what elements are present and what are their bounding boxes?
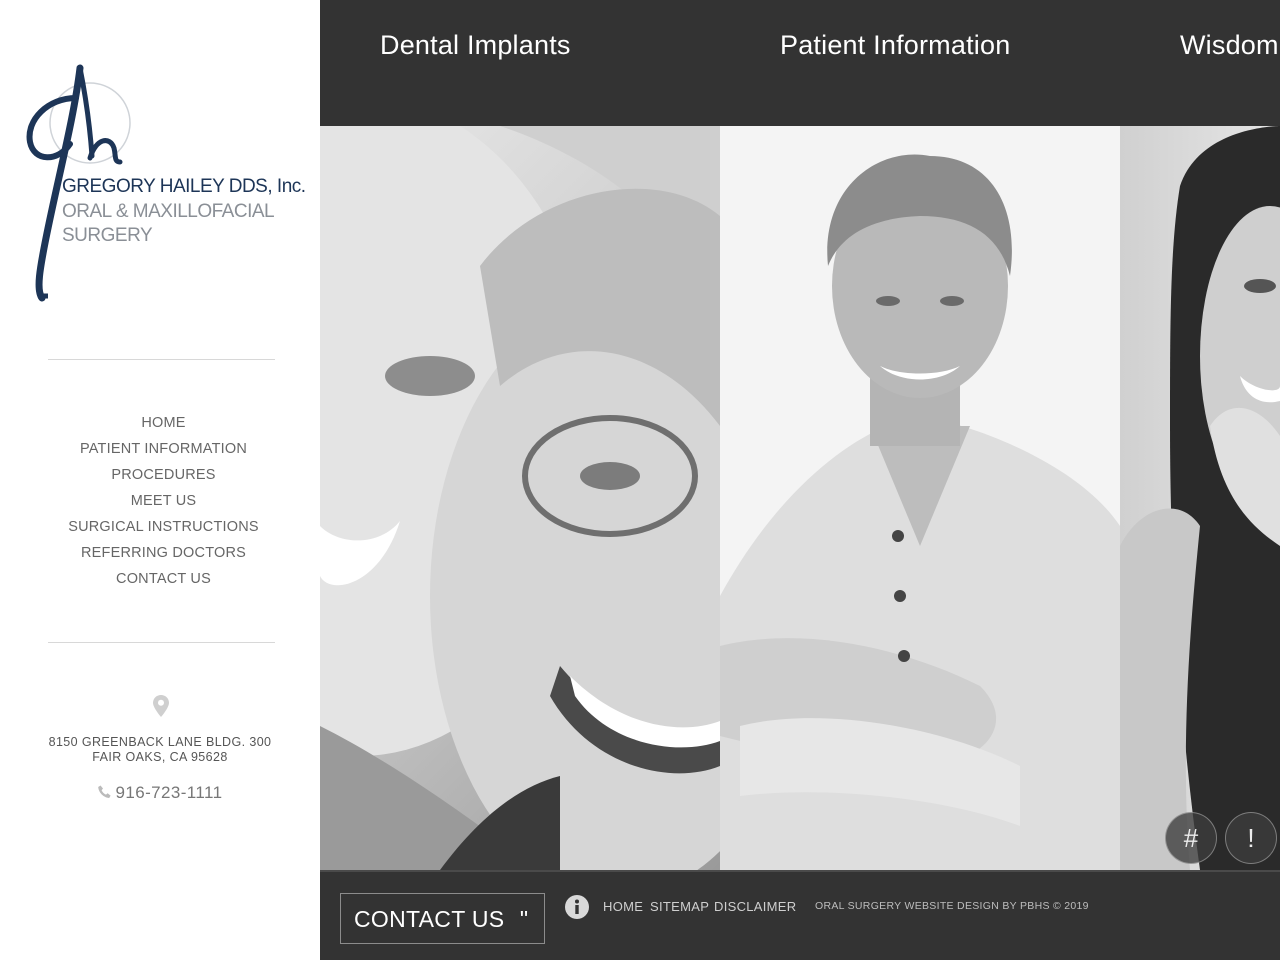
nav-item-meet-us[interactable]: MEET US: [0, 490, 327, 516]
nav-item-home[interactable]: HOME: [0, 412, 327, 438]
panel-title[interactable]: Dental Implants: [380, 30, 571, 61]
footer-link-sitemap[interactable]: SITEMAP: [650, 899, 709, 914]
photo-smiling-man: [720, 126, 1120, 870]
phone-icon: [97, 785, 111, 798]
man-illustration: [720, 154, 1120, 870]
map-pin-icon[interactable]: [153, 695, 169, 717]
address-line-2: FAIR OAKS, CA 95628: [92, 750, 228, 764]
address-line-1: 8150 GREENBACK LANE BLDG. 300: [48, 735, 272, 749]
info-icon[interactable]: [564, 894, 590, 920]
nav-item-referring-doctors[interactable]: REFERRING DOCTORS: [0, 542, 327, 568]
logo-specialty-2: SURGERY: [62, 225, 153, 246]
panel-title[interactable]: Patient Information: [780, 30, 1010, 61]
contact-us-label: CONTACT US: [354, 906, 505, 932]
footer-link-disclaimer[interactable]: DISCLAIMER: [714, 899, 796, 914]
footer: CONTACT US " HOME SITEMAP DISCLAIMER ORA…: [320, 870, 1280, 960]
practice-logo[interactable]: GREGORY HAILEY DDS, Inc. ORAL & MAXILLOF…: [18, 58, 308, 303]
panel-title[interactable]: Wisdom: [1180, 30, 1279, 61]
panel-wisdom-teeth[interactable]: Wisdom: [1120, 0, 1280, 870]
main-nav: HOME PATIENT INFORMATION PROCEDURES MEET…: [0, 412, 327, 594]
quote-icon: ": [519, 906, 528, 932]
sidebar: GREGORY HAILEY DDS, Inc. ORAL & MAXILLOF…: [0, 0, 320, 960]
panel-dental-implants[interactable]: Dental Implants: [320, 0, 720, 870]
phone-number[interactable]: 916-723-1111: [0, 783, 320, 803]
women-illustration: [320, 126, 720, 870]
divider: [48, 642, 275, 643]
contact-us-button[interactable]: CONTACT US ": [340, 893, 545, 944]
logo-specialty: ORAL & MAXILLOFACIAL: [62, 201, 275, 222]
hero-panels: Dental Implants Patient Information Wisd…: [320, 0, 1280, 960]
woman-illustration: [1120, 126, 1280, 870]
phone-text: 916-723-1111: [115, 783, 223, 802]
nav-item-patient-information[interactable]: PATIENT INFORMATION: [0, 438, 327, 464]
design-credit[interactable]: ORAL SURGERY WEBSITE DESIGN BY PBHS © 20…: [815, 900, 1089, 912]
nav-item-procedures[interactable]: PROCEDURES: [0, 464, 327, 490]
nav-item-surgical-instructions[interactable]: SURGICAL INSTRUCTIONS: [0, 516, 327, 542]
logo-practice-name: GREGORY HAILEY DDS, Inc.: [62, 176, 306, 197]
nav-item-contact-us[interactable]: CONTACT US: [0, 568, 327, 594]
alert-button[interactable]: !: [1225, 812, 1277, 864]
photo-smiling-women: [320, 126, 720, 870]
divider: [48, 359, 275, 360]
hash-button[interactable]: #: [1165, 812, 1217, 864]
photo-smiling-woman: [1120, 126, 1280, 870]
panel-patient-information[interactable]: Patient Information: [720, 0, 1120, 870]
footer-link-home[interactable]: HOME: [603, 899, 643, 914]
